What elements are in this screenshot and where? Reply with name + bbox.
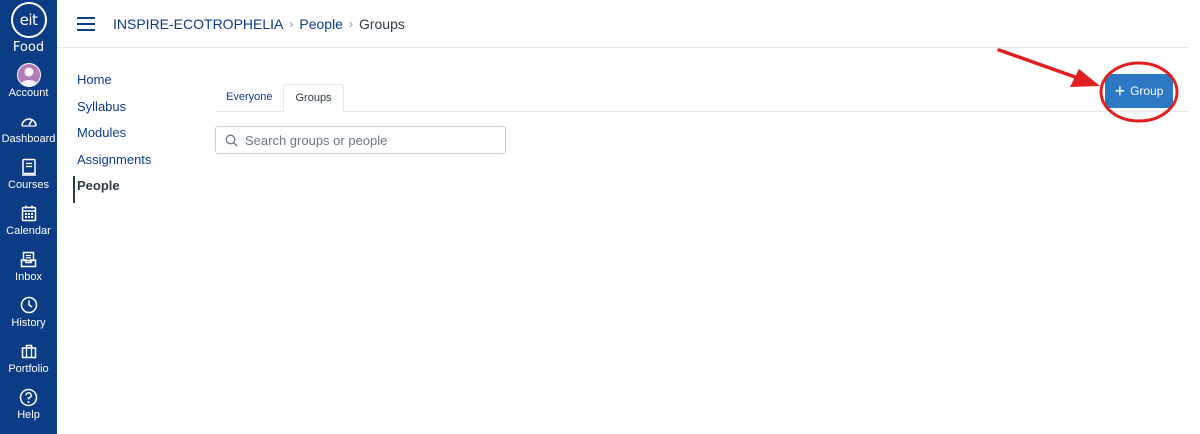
nav-help-label: Help bbox=[17, 409, 40, 421]
nav-inbox-label: Inbox bbox=[15, 271, 42, 283]
people-tabs: Everyone Groups bbox=[215, 84, 1188, 113]
nav-portfolio-label: Portfolio bbox=[8, 363, 49, 375]
course-nav-modules[interactable]: Modules bbox=[73, 123, 193, 150]
course-nav-assignments[interactable]: Assignments bbox=[73, 150, 193, 177]
logo-subtitle: Food bbox=[12, 40, 45, 55]
avatar bbox=[16, 63, 41, 87]
nav-dashboard-label: Dashboard bbox=[1, 133, 56, 145]
nav-history[interactable]: History bbox=[0, 289, 57, 335]
annotation-arrow-line bbox=[997, 48, 1080, 80]
courses-icon bbox=[21, 156, 37, 178]
nav-courses[interactable]: Courses bbox=[0, 151, 57, 197]
add-group-label: Group bbox=[1130, 84, 1164, 98]
tab-everyone[interactable]: Everyone bbox=[215, 84, 283, 112]
course-nav-syllabus[interactable]: Syllabus bbox=[73, 97, 193, 124]
annotation-overlay bbox=[997, 48, 1179, 123]
help-icon bbox=[19, 386, 38, 408]
nav-history-label: History bbox=[11, 317, 46, 329]
add-group-button[interactable]: + Group bbox=[1105, 74, 1173, 108]
tab-groups[interactable]: Groups bbox=[283, 84, 344, 113]
nav-courses-label: Courses bbox=[8, 179, 49, 191]
search-box bbox=[215, 126, 506, 154]
search-icon bbox=[224, 133, 238, 147]
global-nav: eit Food Account Dashboard Courses Calen… bbox=[0, 0, 57, 434]
eit-food-logo[interactable]: eit Food bbox=[0, 0, 57, 60]
nav-inbox[interactable]: Inbox bbox=[0, 243, 57, 289]
breadcrumb-current: Groups bbox=[358, 15, 405, 32]
page-header: INSPIRE-ECOTROPHELIA › People › Groups bbox=[57, 0, 1188, 48]
nav-dashboard[interactable]: Dashboard bbox=[0, 105, 57, 151]
nav-calendar-label: Calendar bbox=[6, 225, 51, 237]
breadcrumb-course[interactable]: INSPIRE-ECOTROPHELIA bbox=[113, 16, 283, 32]
breadcrumb-separator: › bbox=[348, 16, 353, 31]
history-icon bbox=[20, 294, 38, 316]
calendar-icon bbox=[21, 202, 37, 224]
course-nav-people[interactable]: People bbox=[73, 176, 193, 203]
breadcrumb-separator: › bbox=[289, 16, 294, 31]
portfolio-icon bbox=[21, 340, 37, 362]
inbox-icon bbox=[20, 248, 37, 270]
course-nav-home[interactable]: Home bbox=[73, 70, 193, 97]
nav-calendar[interactable]: Calendar bbox=[0, 197, 57, 243]
plus-icon: + bbox=[1114, 81, 1126, 101]
hamburger-menu-icon[interactable] bbox=[77, 16, 95, 31]
breadcrumb: INSPIRE-ECOTROPHELIA › People › Groups bbox=[113, 16, 405, 32]
nav-account-label: Account bbox=[8, 87, 49, 99]
nav-portfolio[interactable]: Portfolio bbox=[0, 335, 57, 381]
logo-circle: eit bbox=[10, 2, 47, 38]
nav-help[interactable]: Help bbox=[0, 381, 57, 427]
dashboard-icon bbox=[20, 110, 38, 132]
nav-account[interactable]: Account bbox=[0, 59, 57, 105]
search-input[interactable] bbox=[245, 132, 495, 148]
course-nav: Home Syllabus Modules Assignments People bbox=[73, 70, 193, 203]
breadcrumb-people[interactable]: People bbox=[299, 16, 343, 32]
